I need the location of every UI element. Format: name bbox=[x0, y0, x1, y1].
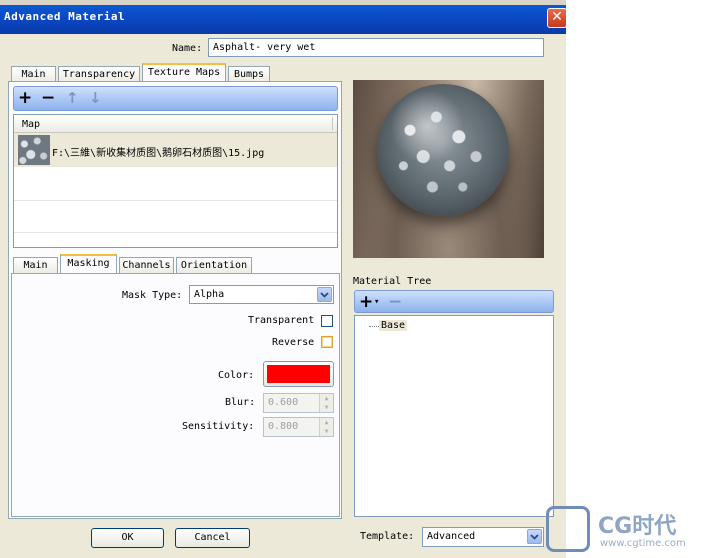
chevron-down-icon[interactable] bbox=[317, 287, 332, 302]
blur-value: 0.600 bbox=[268, 397, 299, 408]
template-value: Advanced bbox=[427, 531, 476, 542]
subtab-masking[interactable]: Masking bbox=[60, 254, 117, 273]
blur-spin-buttons[interactable]: ▲ ▼ bbox=[319, 394, 333, 412]
reverse-label: Reverse bbox=[272, 337, 315, 348]
template-label: Template: bbox=[360, 531, 415, 542]
advanced-material-dialog: Advanced Material ✕ Name: Asphalt- very … bbox=[0, 0, 566, 558]
mask-color-swatch bbox=[267, 365, 330, 383]
table-row[interactable]: F:\三維\新收集材质图\鹅卵石材质图\15.jpg bbox=[14, 133, 337, 167]
remove-map-icon[interactable]: − bbox=[41, 89, 55, 107]
close-icon[interactable]: ✕ bbox=[547, 8, 566, 28]
row-divider bbox=[14, 200, 337, 201]
map-toolbar: + − ↑ ↓ bbox=[13, 86, 338, 111]
sensitivity-spinner[interactable]: 0.800 ▲ ▼ bbox=[263, 417, 334, 437]
sensitivity-value: 0.800 bbox=[268, 421, 299, 432]
add-map-icon[interactable]: + bbox=[18, 89, 32, 107]
window-title: Advanced Material bbox=[4, 10, 126, 23]
title-strip bbox=[0, 0, 566, 5]
color-label: Color: bbox=[218, 370, 255, 381]
tree-item-base[interactable]: Base bbox=[379, 320, 408, 331]
material-tree-label: Material Tree bbox=[353, 276, 432, 287]
map-thumbnail-image bbox=[18, 135, 50, 165]
tree-connector bbox=[369, 326, 379, 327]
subtab-orientation[interactable]: Orientation bbox=[176, 257, 252, 273]
tab-bumps[interactable]: Bumps bbox=[228, 66, 270, 82]
blur-spinner[interactable]: 0.600 ▲ ▼ bbox=[263, 393, 334, 413]
blur-label: Blur: bbox=[225, 397, 256, 408]
transparent-checkbox[interactable] bbox=[321, 315, 333, 327]
add-dropdown-icon[interactable]: ▾ bbox=[374, 297, 379, 307]
watermark-brand: CG时代 bbox=[598, 514, 677, 539]
template-select[interactable]: Advanced bbox=[422, 527, 544, 547]
tab-main[interactable]: Main bbox=[11, 66, 56, 82]
sensitivity-label: Sensitivity: bbox=[182, 421, 255, 432]
reverse-checkbox[interactable] bbox=[321, 336, 333, 348]
map-path: F:\三維\新收集材质图\鹅卵石材质图\15.jpg bbox=[52, 148, 265, 159]
ok-button[interactable]: OK bbox=[91, 528, 164, 548]
material-tree-toolbar: + ▾ − bbox=[354, 290, 554, 313]
subtab-channels[interactable]: Channels bbox=[119, 257, 174, 273]
map-column-header: Map bbox=[22, 119, 41, 130]
color-swatch-button[interactable] bbox=[263, 361, 334, 387]
mask-type-value: Alpha bbox=[194, 289, 225, 300]
transparent-label: Transparent bbox=[248, 315, 315, 326]
watermark-domain: www.cgtime.com bbox=[600, 538, 686, 549]
watermark: CG时代 www.cgtime.com bbox=[546, 502, 716, 556]
row-divider bbox=[14, 232, 337, 233]
watermark-logo-icon bbox=[546, 506, 590, 552]
header-divider bbox=[332, 117, 333, 130]
tab-texture-maps[interactable]: Texture Maps bbox=[142, 63, 226, 82]
add-layer-icon[interactable]: + bbox=[359, 293, 373, 311]
tab-transparency[interactable]: Transparency bbox=[58, 66, 140, 82]
name-label: Name: bbox=[172, 43, 203, 54]
move-down-icon[interactable]: ↓ bbox=[89, 89, 102, 107]
subtab-main[interactable]: Main bbox=[13, 257, 58, 273]
name-input[interactable]: Asphalt- very wet bbox=[208, 38, 544, 57]
material-tree[interactable]: Base bbox=[354, 315, 554, 517]
mask-type-label: Mask Type: bbox=[122, 290, 183, 301]
chevron-down-icon[interactable] bbox=[527, 529, 542, 544]
material-sphere bbox=[377, 84, 509, 216]
material-preview-image bbox=[353, 80, 544, 258]
sensitivity-spin-buttons[interactable]: ▲ ▼ bbox=[319, 418, 333, 436]
cancel-button[interactable]: Cancel bbox=[175, 528, 250, 548]
mask-type-select[interactable]: Alpha bbox=[189, 285, 334, 304]
map-list[interactable]: Map F:\三維\新收集材质图\鹅卵石材质图\15.jpg bbox=[13, 114, 338, 248]
move-up-icon[interactable]: ↑ bbox=[66, 89, 79, 107]
map-list-header[interactable]: Map bbox=[14, 115, 337, 133]
remove-layer-icon[interactable]: − bbox=[388, 293, 402, 311]
